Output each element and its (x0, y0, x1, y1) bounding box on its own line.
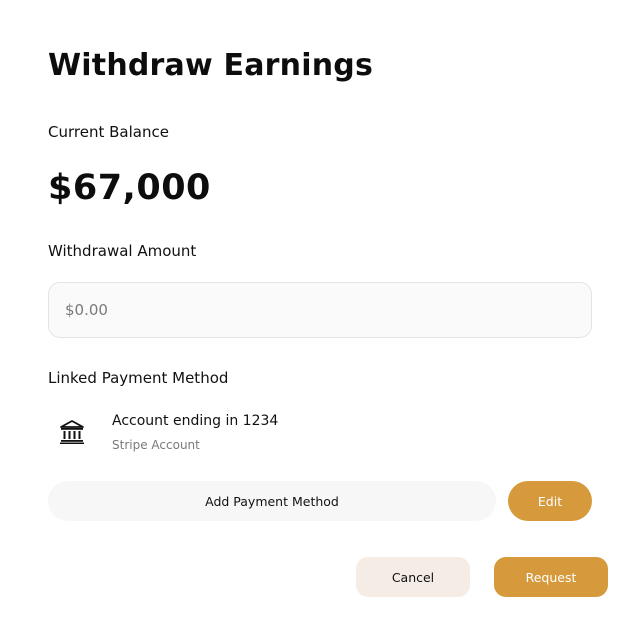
bank-icon (59, 420, 85, 444)
account-provider-text: Stripe Account (112, 438, 200, 452)
withdraw-dialog: Withdraw Earnings Current Balance $67,00… (0, 0, 640, 629)
linked-payment-method-label: Linked Payment Method (48, 369, 229, 387)
account-ending-text: Account ending in 1234 (112, 413, 279, 429)
withdrawal-amount-label: Withdrawal Amount (48, 242, 197, 260)
cancel-button[interactable]: Cancel (356, 557, 470, 597)
add-payment-method-button[interactable]: Add Payment Method (48, 481, 496, 521)
current-balance-label: Current Balance (48, 123, 169, 141)
request-button[interactable]: Request (494, 557, 608, 597)
current-balance-value: $67,000 (48, 168, 211, 208)
dialog-title: Withdraw Earnings (48, 48, 374, 83)
withdrawal-amount-input[interactable] (48, 282, 592, 338)
edit-payment-method-button[interactable]: Edit (508, 481, 592, 521)
